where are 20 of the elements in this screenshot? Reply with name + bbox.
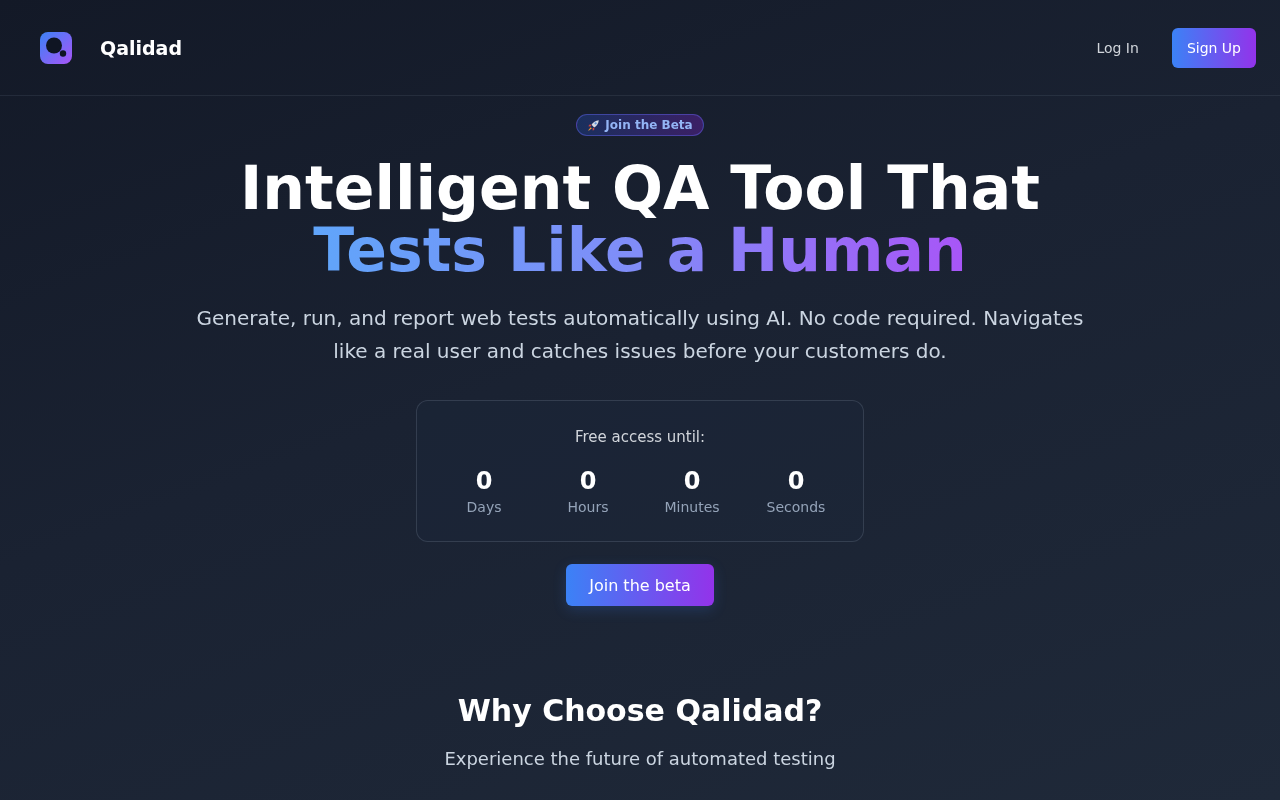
beta-badge: Join the Beta: [576, 114, 704, 136]
sign-up-button[interactable]: Sign Up: [1171, 27, 1256, 68]
log-in-link[interactable]: Log In: [1080, 27, 1155, 68]
countdown-label: Free access until:: [574, 427, 706, 448]
countdown-unit: Days: [466, 498, 502, 517]
countdown-value: 0: [683, 466, 701, 497]
logo-icon: [40, 31, 72, 64]
rocket-icon: [587, 118, 601, 132]
countdown-unit: Seconds: [766, 498, 826, 517]
countdown-unit: Minutes: [664, 498, 720, 517]
hero-description: Generate, run, and report web tests automatically using AI. No code required. Navigates like a real user and catches issues before your customers do.: [195, 305, 1085, 365]
brand-name: Qalidad: [100, 36, 183, 59]
countdown-value: 0: [579, 466, 597, 497]
section-title: Why Choose Qalidad?: [457, 692, 823, 730]
section-subtitle: Experience the future of automated testing: [444, 747, 836, 771]
join-beta-button[interactable]: Join the beta: [566, 564, 714, 606]
countdown-value: 0: [475, 466, 493, 497]
countdown-value: 0: [787, 466, 805, 497]
countdown-unit: Hours: [567, 498, 609, 517]
hero-title: Intelligent QA Tool That Tests Like a Human: [239, 157, 1040, 281]
